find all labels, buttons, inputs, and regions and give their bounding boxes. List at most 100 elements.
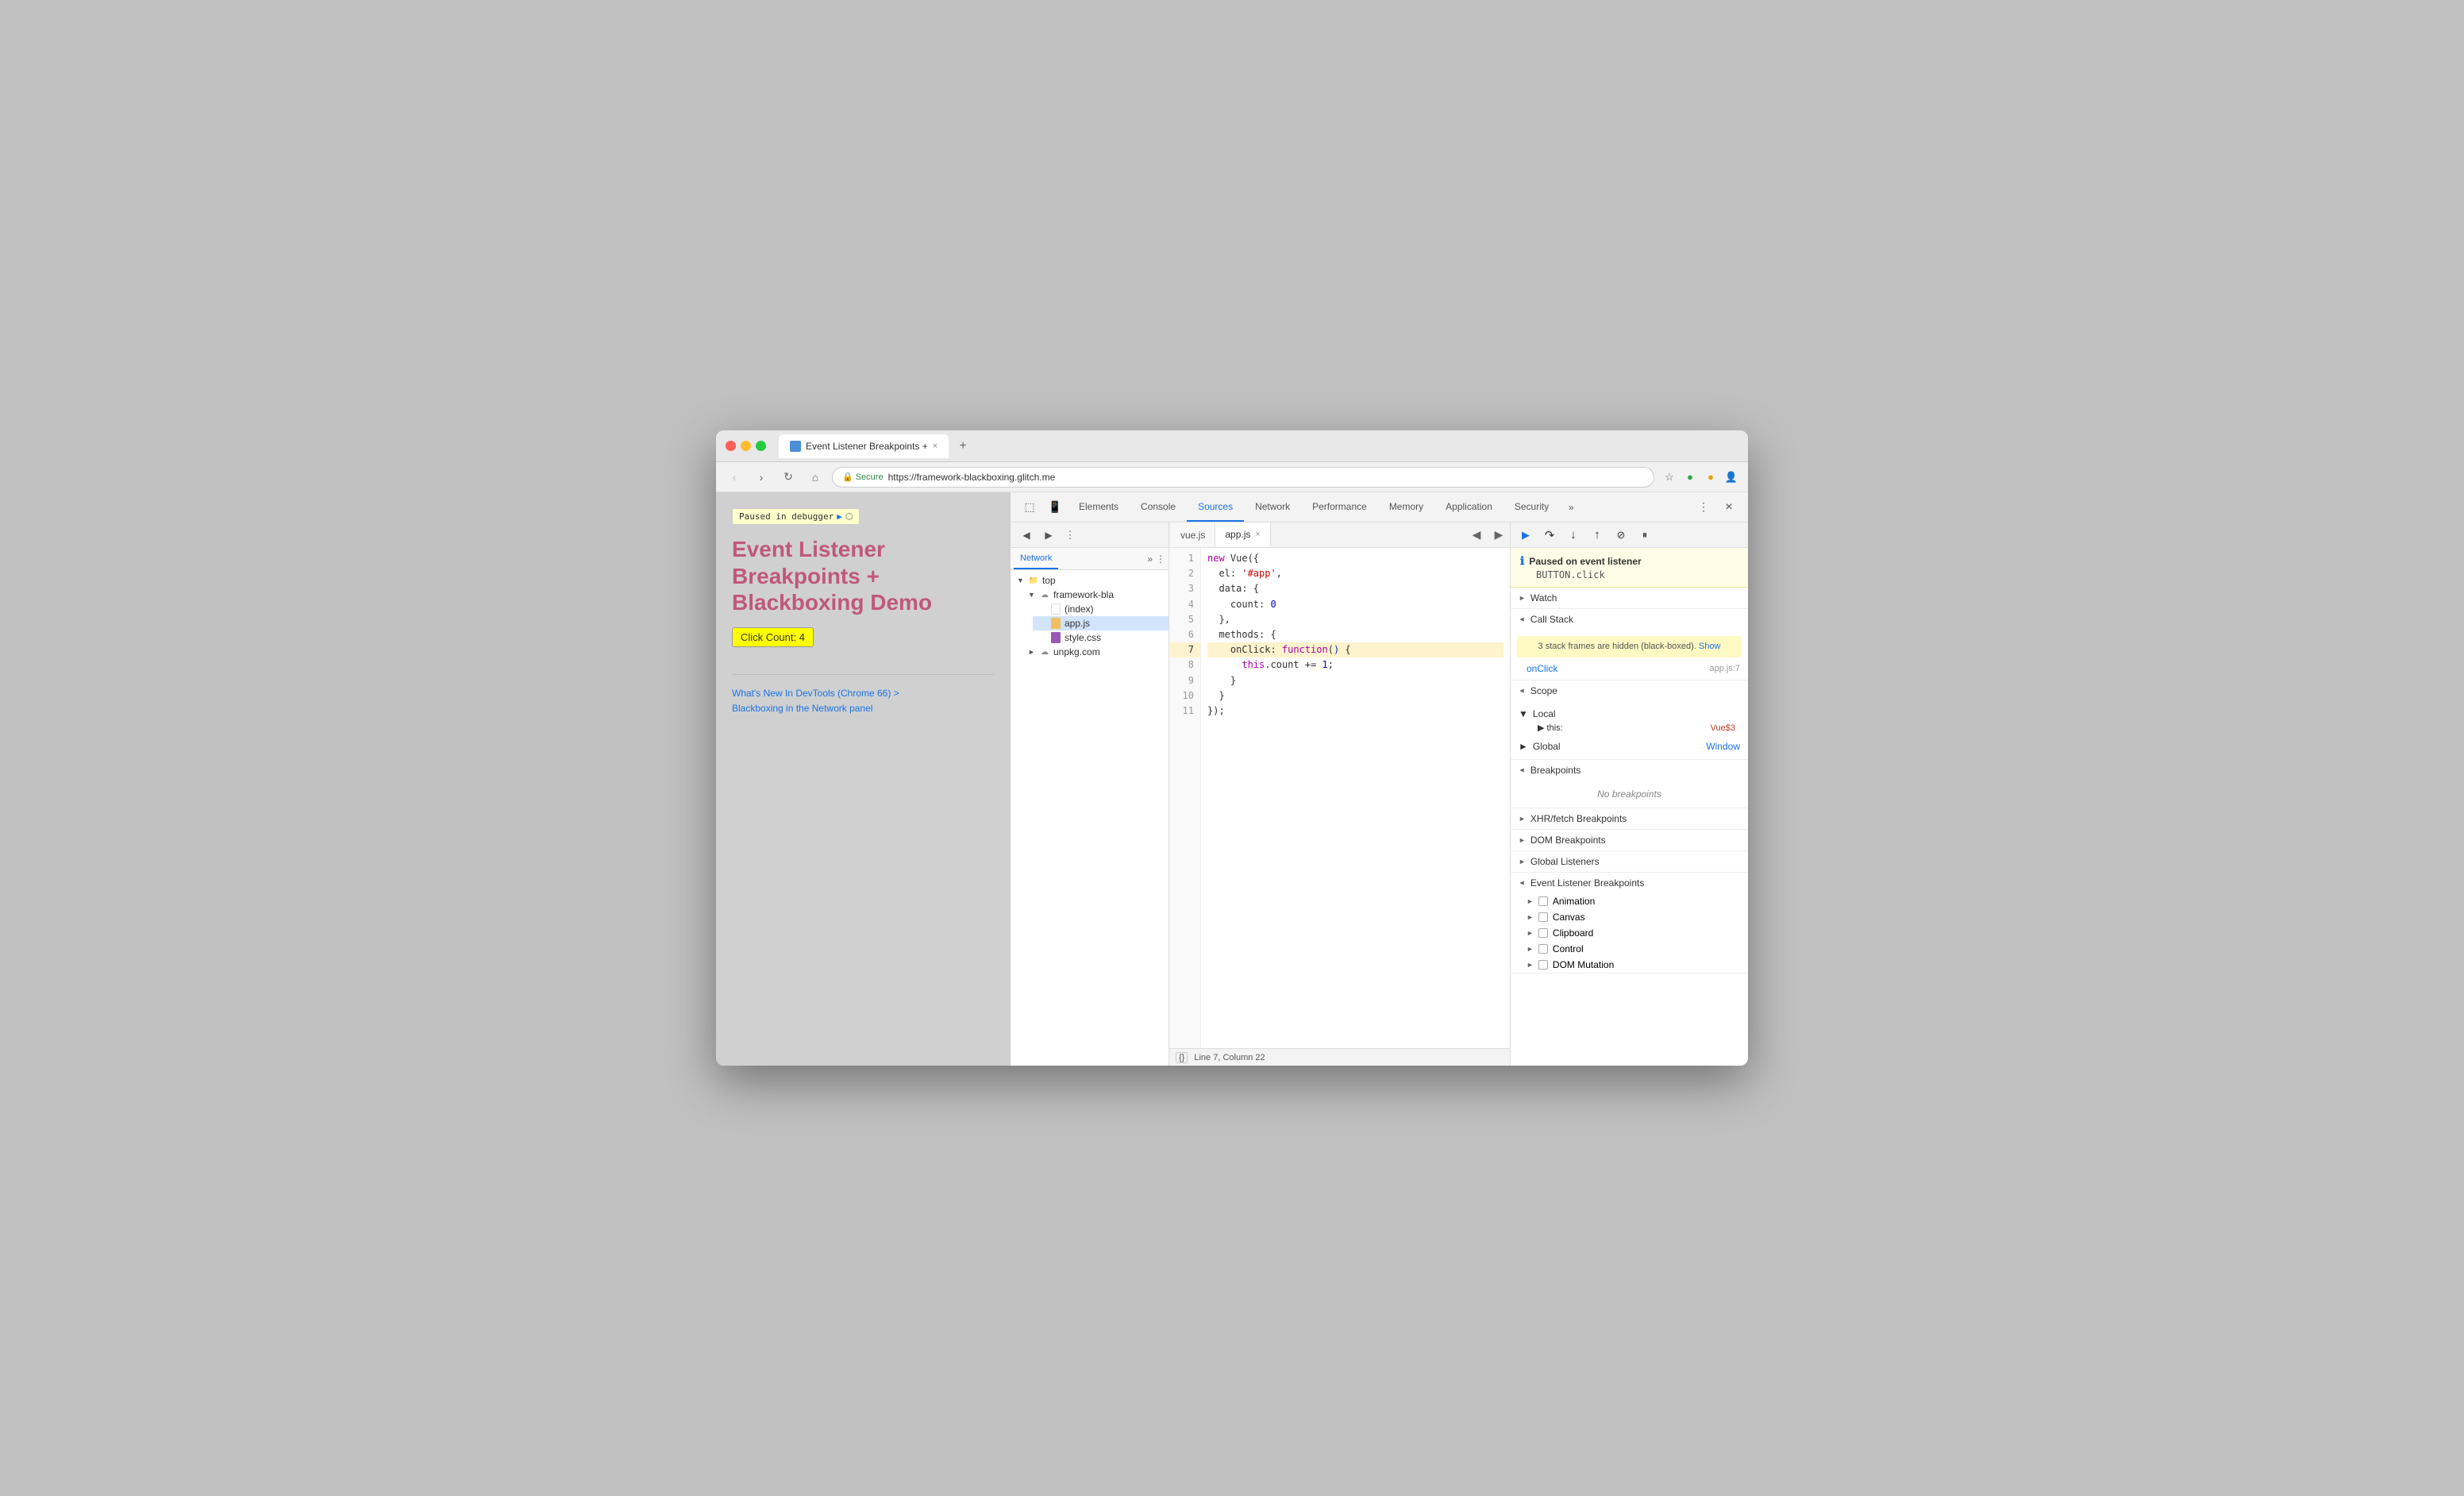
section-el-breakpoints: ▼ Event Listener Breakpoints ► Animation bbox=[1511, 873, 1748, 974]
el-breakpoints-header[interactable]: ▼ Event Listener Breakpoints bbox=[1511, 873, 1748, 893]
extension-icon-green[interactable]: ● bbox=[1681, 468, 1699, 486]
editor-tab-appjs[interactable]: app.js × bbox=[1215, 522, 1270, 547]
el-bp-dom-mutation-checkbox[interactable] bbox=[1538, 960, 1548, 970]
tab-console[interactable]: Console bbox=[1130, 492, 1187, 522]
record-icon: ⬡ bbox=[845, 511, 853, 522]
tree-item-stylecss[interactable]: style.css bbox=[1033, 630, 1168, 645]
resume-button[interactable]: ▶ bbox=[1515, 525, 1536, 546]
el-bp-animation-checkbox[interactable] bbox=[1538, 896, 1548, 906]
tree-item-framework[interactable]: ▼ ☁ framework-bla bbox=[1022, 588, 1168, 602]
file-tree-tabs: Network » ⋮ bbox=[1011, 548, 1168, 570]
maximize-button[interactable] bbox=[756, 441, 766, 451]
scope-global-header[interactable]: ► Global Window bbox=[1519, 739, 1740, 754]
el-bp-dom-mutation[interactable]: ► DOM Mutation bbox=[1511, 957, 1748, 973]
el-breakpoints-label: Event Listener Breakpoints bbox=[1530, 877, 1644, 889]
tab-bar: Event Listener Breakpoints + × + bbox=[779, 434, 974, 458]
editor-tab-close-icon[interactable]: × bbox=[1255, 530, 1260, 539]
tab-elements[interactable]: Elements bbox=[1068, 492, 1130, 522]
ft-tabs-menu[interactable]: ⋮ bbox=[1156, 553, 1165, 565]
pause-on-exception-button[interactable]: ⏸ bbox=[1634, 525, 1655, 546]
deactivate-button[interactable]: ⊘ bbox=[1611, 525, 1631, 546]
code-content[interactable]: new Vue({ el: '#app', data: { count: bbox=[1201, 548, 1510, 1048]
tree-item-index[interactable]: (index) bbox=[1033, 602, 1168, 616]
pretty-print-button[interactable]: {} bbox=[1176, 1052, 1188, 1063]
inspect-element-button[interactable]: ⬚ bbox=[1017, 492, 1042, 522]
forward-button[interactable]: › bbox=[751, 467, 772, 488]
editor-tab-appjs-label: app.js bbox=[1225, 529, 1250, 540]
tab-performance[interactable]: Performance bbox=[1301, 492, 1378, 522]
home-button[interactable]: ⌂ bbox=[805, 467, 826, 488]
account-icon[interactable]: 👤 bbox=[1723, 468, 1740, 486]
editor-nav-back[interactable]: ◀ bbox=[1465, 522, 1488, 547]
tab-memory[interactable]: Memory bbox=[1378, 492, 1434, 522]
el-bp-dom-mutation-label: DOM Mutation bbox=[1553, 959, 1614, 970]
el-breakpoints-arrow: ▼ bbox=[1518, 880, 1526, 887]
address-input[interactable]: 🔒 Secure https://framework-blackboxing.g… bbox=[832, 467, 1654, 488]
back-button[interactable]: ‹ bbox=[724, 467, 745, 488]
extension-icon-orange[interactable]: ● bbox=[1702, 468, 1719, 486]
ft-tab-network[interactable]: Network bbox=[1014, 548, 1058, 569]
tab-close-icon[interactable]: × bbox=[933, 441, 937, 451]
tree-item-top[interactable]: ▼ 📁 top bbox=[1011, 573, 1168, 588]
code-line-7: onClick: function() { bbox=[1207, 642, 1503, 657]
el-bp-control-checkbox[interactable] bbox=[1538, 944, 1548, 954]
click-count-button[interactable]: Click Count: 4 bbox=[732, 627, 814, 647]
devtools-menu-button[interactable]: ⋮ bbox=[1691, 492, 1716, 522]
link-blackboxing[interactable]: Blackboxing in the Network panel bbox=[732, 703, 872, 714]
paused-title: ℹ Paused on event listener bbox=[1520, 554, 1738, 568]
tab-favicon bbox=[790, 441, 801, 452]
file-tree-nav-back[interactable]: ◀ bbox=[1017, 526, 1036, 545]
editor-statusbar: {} Line 7, Column 22 bbox=[1169, 1048, 1510, 1066]
scope-local-header[interactable]: ▼ Local bbox=[1519, 707, 1740, 721]
file-tree: ◀ ▶ ⋮ Network » ⋮ bbox=[1011, 522, 1169, 1066]
global-listeners-header[interactable]: ► Global Listeners bbox=[1511, 851, 1748, 872]
minimize-button[interactable] bbox=[741, 441, 751, 451]
ft-tabs-more[interactable]: » bbox=[1147, 553, 1153, 565]
bookmark-icon[interactable]: ☆ bbox=[1661, 468, 1678, 486]
el-bp-clipboard[interactable]: ► Clipboard bbox=[1511, 925, 1748, 941]
play-icon: ▶ bbox=[837, 511, 842, 522]
el-bp-canvas-checkbox[interactable] bbox=[1538, 912, 1548, 922]
link-whats-new[interactable]: What's New In DevTools (Chrome 66) > bbox=[732, 688, 899, 699]
debugger-toolbar: ▶ ↷ ↓ ↑ ⊘ ⏸ bbox=[1511, 522, 1748, 548]
dom-breakpoints-header[interactable]: ► DOM Breakpoints bbox=[1511, 830, 1748, 850]
browser-tab[interactable]: Event Listener Breakpoints + × bbox=[779, 434, 949, 458]
callstack-show-link[interactable]: Show bbox=[1699, 642, 1721, 651]
tree-item-appjs[interactable]: app.js bbox=[1033, 616, 1168, 630]
el-bp-control[interactable]: ► Control bbox=[1511, 941, 1748, 957]
file-tree-nav-forward[interactable]: ▶ bbox=[1039, 526, 1058, 545]
callstack-header[interactable]: ▼ Call Stack bbox=[1511, 609, 1748, 630]
scope-label: Scope bbox=[1530, 685, 1557, 696]
editor-tab-vuejs[interactable]: vue.js bbox=[1171, 522, 1215, 547]
breakpoints-header[interactable]: ▼ Breakpoints bbox=[1511, 760, 1748, 781]
xhr-breakpoints-header[interactable]: ► XHR/fetch Breakpoints bbox=[1511, 808, 1748, 829]
devtools-close-button[interactable]: × bbox=[1716, 492, 1742, 522]
scope-header[interactable]: ▼ Scope bbox=[1511, 681, 1748, 701]
tab-sources[interactable]: Sources bbox=[1187, 492, 1244, 522]
el-bp-animation-arrow: ► bbox=[1527, 897, 1534, 905]
step-out-button[interactable]: ↑ bbox=[1587, 525, 1607, 546]
el-bp-animation[interactable]: ► Animation bbox=[1511, 893, 1748, 909]
close-button[interactable] bbox=[726, 441, 736, 451]
editor-nav-forward[interactable]: ▶ bbox=[1488, 522, 1510, 547]
watch-header[interactable]: ► Watch bbox=[1511, 588, 1748, 608]
refresh-button[interactable]: ↻ bbox=[778, 467, 799, 488]
tree-item-unpkg[interactable]: ► ☁ unpkg.com bbox=[1022, 645, 1168, 659]
scope-this-item: ▶ this: Vue$3 bbox=[1519, 721, 1740, 735]
callstack-item-onclick[interactable]: onClick app.js:7 bbox=[1511, 661, 1748, 677]
el-breakpoints-list: ► Animation ► Canvas bbox=[1511, 893, 1748, 973]
step-over-button[interactable]: ↷ bbox=[1539, 525, 1560, 546]
more-tabs-button[interactable]: » bbox=[1560, 492, 1582, 522]
tab-network[interactable]: Network bbox=[1244, 492, 1301, 522]
device-toolbar-button[interactable]: 📱 bbox=[1042, 492, 1068, 522]
step-into-button[interactable]: ↓ bbox=[1563, 525, 1584, 546]
call-stack-content: 3 stack frames are hidden (black-boxed).… bbox=[1511, 630, 1748, 680]
tree-arrow-framework: ▼ bbox=[1028, 591, 1036, 599]
el-bp-clipboard-checkbox[interactable] bbox=[1538, 928, 1548, 938]
tab-application[interactable]: Application bbox=[1434, 492, 1503, 522]
el-bp-canvas[interactable]: ► Canvas bbox=[1511, 909, 1748, 925]
new-tab-button[interactable]: + bbox=[952, 435, 974, 457]
file-tree-more[interactable]: ⋮ bbox=[1061, 526, 1079, 544]
tree-label-index: (index) bbox=[1065, 603, 1094, 615]
tab-security[interactable]: Security bbox=[1503, 492, 1560, 522]
